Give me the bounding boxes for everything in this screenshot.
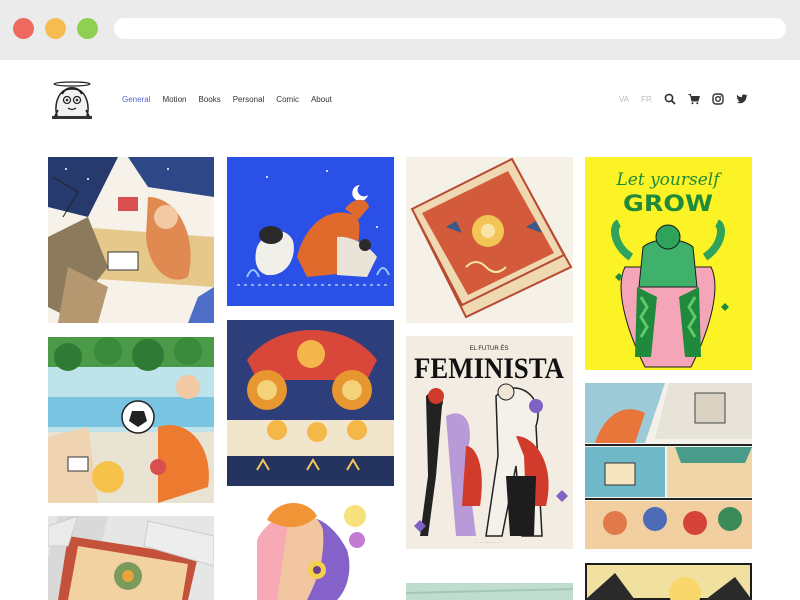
- instagram-icon[interactable]: [712, 93, 724, 105]
- site-logo[interactable]: [48, 80, 96, 120]
- main-nav: General Motion Books Personal Comic Abou…: [122, 95, 332, 104]
- poster-kicker: EL FUTUR ÉS: [470, 345, 509, 352]
- artwork-feminista-poster[interactable]: EL FUTUR ÉS FEMINISTA · · · · · · · · · …: [406, 336, 573, 549]
- address-bar[interactable]: [114, 18, 786, 39]
- search-icon[interactable]: [664, 93, 676, 105]
- artwork-city-market-comic[interactable]: [585, 383, 752, 549]
- utility-nav: VA FR: [619, 93, 748, 105]
- artwork-dogs-night[interactable]: [227, 157, 394, 306]
- poster-title: FEMINISTA: [414, 352, 564, 385]
- artwork-lions-feast[interactable]: [227, 320, 394, 486]
- artwork-let-yourself-grow[interactable]: Let yourself GROW: [585, 157, 752, 370]
- nav-item-books[interactable]: Books: [198, 95, 220, 104]
- nav-item-personal[interactable]: Personal: [233, 95, 265, 104]
- artwork-study-desk[interactable]: [48, 157, 214, 323]
- browser-chrome: [0, 0, 800, 60]
- twitter-icon[interactable]: [736, 93, 748, 105]
- artwork-hugging-figures[interactable]: [227, 500, 394, 600]
- artwork-tarot-cards[interactable]: [406, 157, 573, 323]
- artwork-bottom-col4[interactable]: [585, 563, 752, 600]
- artwork-prints-mockup[interactable]: [48, 516, 214, 600]
- nav-item-motion[interactable]: Motion: [162, 95, 186, 104]
- minimize-window-button[interactable]: [45, 18, 66, 39]
- artwork-beach-picnic[interactable]: [48, 337, 214, 503]
- lang-va-link[interactable]: VA: [619, 95, 629, 104]
- cart-icon[interactable]: [688, 93, 700, 105]
- maximize-window-button[interactable]: [77, 18, 98, 39]
- grow-line2: GROW: [623, 192, 713, 217]
- lang-fr-link[interactable]: FR: [641, 95, 652, 104]
- nav-item-general[interactable]: General: [122, 95, 150, 104]
- artwork-bottom-col3[interactable]: [406, 583, 573, 600]
- nav-item-comic[interactable]: Comic: [276, 95, 299, 104]
- grow-line1: Let yourself: [615, 170, 722, 190]
- nav-item-about[interactable]: About: [311, 95, 332, 104]
- svg-text:· · · · · · · · · · · ·: · · · · · · · · · · · ·: [475, 540, 503, 545]
- close-window-button[interactable]: [13, 18, 34, 39]
